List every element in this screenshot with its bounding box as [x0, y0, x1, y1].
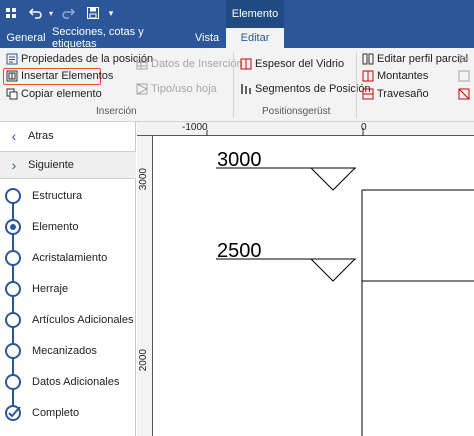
step-herraje[interactable]: Herraje	[0, 279, 136, 299]
step-pending-icon	[5, 188, 21, 204]
step-elemento[interactable]: Elemento	[0, 217, 136, 237]
editar-perfil-parcial-button[interactable]: Editar perfil parcial	[362, 51, 468, 67]
perfil-extra-button-2[interactable]	[458, 68, 473, 84]
step-pending-icon	[5, 281, 21, 297]
step-done-icon	[5, 405, 21, 421]
chevron-right-icon: ›	[11, 157, 17, 173]
step-label: Acristalamiento	[32, 252, 108, 264]
ruler-left-label: 3000	[138, 168, 149, 191]
ruler-left-label: 2000	[138, 349, 149, 372]
tab-secciones[interactable]: Secciones, cotas y etiquetas	[52, 26, 188, 50]
transom-icon	[362, 88, 374, 100]
profile-extra-icon-3	[458, 88, 470, 100]
step-pending-icon	[5, 374, 21, 390]
step-pending-icon	[5, 250, 21, 266]
nav-siguiente-label: Siguiente	[28, 159, 74, 171]
tipo-uso-hoja-button[interactable]: Tipo/uso hoja	[136, 81, 217, 97]
tab-general[interactable]: General	[0, 28, 52, 48]
drawing-lines	[216, 167, 474, 436]
insertar-label: Insertar Elementos	[21, 70, 114, 82]
nav-siguiente[interactable]: › Siguiente	[0, 151, 136, 179]
step-datos-adicionales[interactable]: Datos Adicionales	[0, 372, 136, 392]
group-label-positionsgerust: Positionsgerüst	[262, 106, 331, 117]
segmentos-posicion-button[interactable]: Segmentos de Posición	[240, 81, 371, 97]
ribbon-divider	[233, 52, 234, 118]
step-pending-icon	[5, 343, 21, 359]
datos-insercion-button[interactable]: Datos de Inserción	[136, 56, 243, 72]
profile-extra-icon	[458, 53, 470, 65]
step-label: Elemento	[32, 221, 79, 233]
edit-profile-icon	[362, 53, 374, 65]
step-label: Mecanizados	[32, 345, 97, 357]
tipo-label: Tipo/uso hoja	[151, 83, 217, 95]
undo-icon[interactable]	[26, 4, 46, 22]
copy-element-icon	[6, 88, 18, 100]
espesor-vidrio-button[interactable]: Espesor del Vidrio	[240, 56, 344, 72]
segmentos-label: Segmentos de Posición	[255, 83, 371, 95]
montantes-label: Montantes	[377, 70, 429, 82]
app-grid-icon[interactable]	[2, 4, 20, 22]
step-label: Completo	[32, 407, 80, 419]
montantes-button[interactable]: Montantes	[362, 68, 428, 84]
nav-atras-label: Atras	[28, 130, 54, 142]
qat-menu-icon[interactable]: ▾	[104, 4, 118, 22]
segments-icon	[240, 83, 252, 95]
glass-thickness-icon	[240, 58, 252, 70]
step-acristalamiento[interactable]: Acristalamiento	[0, 248, 136, 268]
chevron-left-icon: ‹	[11, 128, 17, 144]
properties-icon	[6, 53, 18, 65]
profile-extra-icon-2	[458, 70, 470, 82]
propiedades-posicion-button[interactable]: Propiedades de la posición	[6, 51, 153, 67]
step-current-icon	[5, 219, 21, 235]
insertar-elementos-button[interactable]: Insertar Elementos	[6, 68, 113, 84]
tab-editar[interactable]: Editar	[226, 28, 284, 48]
ruler-top-label: -1000	[182, 122, 208, 133]
perfil-extra-button[interactable]	[458, 51, 473, 67]
mullion-icon	[362, 70, 374, 82]
step-label: Artículos Adicionales	[32, 314, 134, 326]
step-label: Estructura	[32, 190, 83, 202]
travesano-label: Travesaño	[377, 88, 429, 100]
perfil-extra-button-3[interactable]	[458, 86, 473, 102]
ribbon-divider	[356, 52, 357, 118]
context-tab-title: Elemento	[226, 0, 284, 28]
ruler-top-label: 0	[361, 122, 367, 133]
save-icon[interactable]	[84, 4, 102, 22]
step-estructura[interactable]: Estructura	[0, 186, 136, 206]
step-articulos-adicionales[interactable]: Artículos Adicionales	[0, 310, 136, 330]
ruler-top: -1000 0	[137, 122, 474, 136]
travesano-button[interactable]: Travesaño	[362, 86, 429, 102]
datos-label: Datos de Inserción	[151, 58, 243, 70]
copiar-label: Copiar elemento	[21, 88, 102, 100]
copiar-elemento-button[interactable]: Copiar elemento	[6, 86, 102, 102]
tab-vista[interactable]: Vista	[188, 28, 226, 48]
editar-perfil-label: Editar perfil parcial	[377, 53, 469, 65]
step-label: Datos Adicionales	[32, 376, 120, 388]
elevation-label: 2500	[217, 240, 262, 262]
elevation-label: 3000	[217, 149, 262, 171]
nav-atras[interactable]: ‹ Atras	[0, 122, 136, 150]
step-mecanizados[interactable]: Mecanizados	[0, 341, 136, 361]
data-table-icon	[136, 58, 148, 70]
propiedades-label: Propiedades de la posición	[21, 53, 154, 65]
espesor-label: Espesor del Vidrio	[255, 58, 345, 70]
ruler-left: 3000 2000	[137, 136, 153, 436]
step-label: Herraje	[32, 283, 69, 295]
step-pending-icon	[5, 312, 21, 328]
undo-dropdown-icon[interactable]: ▾	[46, 4, 56, 22]
insert-elements-icon	[6, 70, 18, 82]
group-label-insercion: Inserción	[96, 106, 137, 117]
drawing-canvas[interactable]: 3000 2500	[153, 136, 474, 436]
redo-icon[interactable]	[58, 4, 78, 22]
sash-type-icon	[136, 83, 149, 95]
step-completo[interactable]: Completo	[0, 403, 136, 423]
